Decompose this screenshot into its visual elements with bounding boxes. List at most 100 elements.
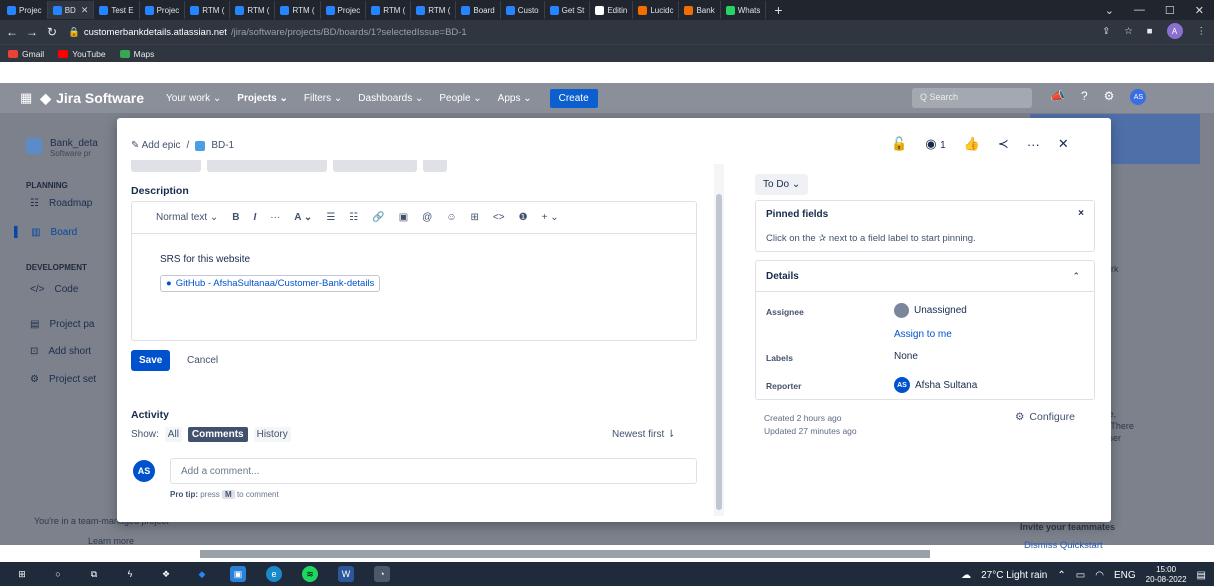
table-icon[interactable]: ⊞ — [471, 212, 479, 223]
clock[interactable]: 15:00 20-08-2022 — [1146, 565, 1187, 585]
assign-to-me-link[interactable]: Assign to me — [894, 329, 952, 340]
back-icon[interactable]: ← — [4, 25, 20, 39]
user-avatar[interactable]: AS — [1130, 89, 1147, 105]
close-icon[interactable]: ✕ — [1058, 136, 1069, 152]
scrollbar-thumb[interactable] — [716, 194, 722, 510]
top-nav-item[interactable]: Dashboards ⌄ — [358, 93, 423, 104]
browser-tab[interactable]: RTM ( — [275, 1, 321, 19]
close-window-button[interactable]: ✕ — [1195, 4, 1204, 17]
description-editor[interactable]: Normal text ⌄ B I ··· A ⌄ ☰ ☷ 🔗 ▣ @ ☺ ⊞ … — [131, 201, 697, 341]
lock-icon[interactable]: 🔓 — [891, 136, 907, 152]
browser-tab[interactable]: Test E — [94, 1, 140, 19]
new-tab-button[interactable]: + — [766, 2, 790, 18]
bullet-list-icon[interactable]: ☰ — [326, 212, 335, 223]
cancel-button[interactable]: Cancel — [187, 355, 218, 366]
dropbox-icon[interactable]: ❖ — [158, 566, 174, 582]
lightning-app-icon[interactable]: ϟ — [122, 566, 138, 582]
browser-tab[interactable]: Editin — [590, 1, 634, 19]
top-nav-item[interactable]: Your work ⌄ — [166, 93, 221, 104]
more-button[interactable] — [423, 160, 447, 172]
top-nav-item[interactable]: People ⌄ — [439, 93, 481, 104]
browser-tab[interactable]: RTM ( — [230, 1, 276, 19]
github-smart-link[interactable]: ● GitHub - AfshaSultanaa/Customer-Bank-de… — [160, 275, 381, 292]
top-nav-item[interactable]: Projects ⌄ — [237, 93, 288, 104]
watch-button[interactable]: ◉ 1 — [925, 136, 946, 152]
browser-tab[interactable]: BD ✕ — [47, 1, 95, 19]
sidebar-item-project-pages[interactable]: ▤ Project pa — [30, 319, 94, 330]
weather-text[interactable]: 27°C Light rain — [981, 570, 1047, 581]
browser-tab[interactable]: Projec — [140, 1, 186, 19]
browser-tab[interactable]: RTM ( — [185, 1, 231, 19]
link-issue-button[interactable] — [333, 160, 417, 172]
spotify-icon[interactable]: ≋ — [302, 566, 318, 582]
edge-browser-icon[interactable]: e — [266, 566, 282, 582]
notifications-icon[interactable]: 📣 — [1050, 89, 1065, 105]
browser-tab[interactable]: Board — [456, 1, 501, 19]
browser-tab[interactable]: Bank — [679, 1, 721, 19]
more-formatting-icon[interactable]: ··· — [270, 212, 280, 223]
sidebar-toggle-icon[interactable]: ■ — [1147, 26, 1153, 37]
filter-history-button[interactable]: History — [253, 427, 291, 442]
italic-icon[interactable]: I — [254, 212, 257, 223]
jira-logo[interactable]: ◆ Jira Software — [40, 90, 144, 107]
numbered-list-icon[interactable]: ☷ — [349, 212, 358, 223]
app-switcher-icon[interactable]: ▦ — [20, 90, 32, 106]
search-icon[interactable]: ○ — [50, 566, 66, 582]
photos-app-icon[interactable]: ▣ — [230, 566, 246, 582]
text-style-dropdown[interactable]: Normal text ⌄ — [156, 212, 218, 223]
text-color-icon[interactable]: A ⌄ — [294, 212, 312, 223]
word-icon[interactable]: W — [338, 566, 354, 582]
close-tab-icon[interactable]: ✕ — [81, 5, 89, 16]
browser-tab[interactable]: Custo — [501, 1, 545, 19]
sidebar-item-project-settings[interactable]: ⚙ Project set — [30, 374, 96, 385]
attach-button[interactable] — [131, 160, 201, 172]
url-field[interactable]: 🔒 customerbankdetails.atlassian.net/jira… — [68, 27, 467, 38]
assignee-field[interactable]: Unassigned — [894, 303, 967, 318]
tab-search-icon[interactable]: ⌄ — [1105, 4, 1114, 17]
add-epic-button[interactable]: ✎ Add epic — [131, 140, 181, 151]
horizontal-scrollbar[interactable] — [200, 550, 930, 558]
image-icon[interactable]: ▣ — [399, 212, 408, 223]
left-column-scrollbar[interactable] — [714, 164, 724, 516]
top-nav-item[interactable]: Apps ⌄ — [498, 93, 532, 104]
task-view-icon[interactable]: ⧉ — [86, 566, 102, 582]
sidebar-item-roadmap[interactable]: ☷ Roadmap — [30, 198, 92, 209]
labels-value[interactable]: None — [894, 351, 918, 362]
invite-teammates-item[interactable]: Invite your teammates — [1020, 522, 1115, 532]
close-pinned-icon[interactable]: × — [1078, 208, 1084, 219]
browser-tab[interactable]: Projec — [2, 1, 48, 19]
reload-icon[interactable]: ↻ — [44, 25, 60, 39]
browser-menu-icon[interactable]: ⋮ — [1197, 26, 1207, 37]
code-snippet-icon[interactable]: <> — [493, 212, 505, 223]
create-button[interactable]: Create — [549, 88, 598, 108]
save-button[interactable]: Save — [131, 350, 171, 371]
maximize-button[interactable]: ☐ — [1165, 4, 1175, 17]
help-icon[interactable]: ? — [1081, 89, 1088, 105]
wifi-icon[interactable]: ◠ — [1095, 570, 1104, 581]
browser-tab[interactable]: Projec — [321, 1, 367, 19]
sort-newest-first-button[interactable]: Newest first ⇂ — [612, 429, 675, 440]
browser-tab[interactable]: Lucidc — [633, 1, 680, 19]
more-actions-icon[interactable]: ··· — [1027, 137, 1040, 152]
jira-app-icon[interactable]: ◆ — [194, 566, 210, 582]
reporter-field[interactable]: AS Afsha Sultana — [894, 377, 977, 393]
editor-content[interactable]: SRS for this website ● GitHub - AfshaSult… — [132, 234, 696, 292]
add-child-issue-button[interactable] — [207, 160, 327, 172]
browser-tab[interactable]: RTM ( — [411, 1, 457, 19]
tray-overflow-icon[interactable]: ⌃ — [1057, 570, 1065, 581]
configure-button[interactable]: ⚙ Configure — [1015, 411, 1075, 423]
language-indicator[interactable]: ENG — [1114, 570, 1136, 581]
browser-tab[interactable]: RTM ( — [366, 1, 412, 19]
insert-icon[interactable]: + ⌄ — [542, 212, 559, 223]
bold-icon[interactable]: B — [232, 212, 239, 223]
forward-icon[interactable]: → — [24, 25, 40, 39]
browser-tab[interactable]: Get St — [545, 1, 591, 19]
share-icon[interactable]: ≺ — [998, 136, 1009, 152]
chevron-up-icon[interactable]: ⌃ — [1072, 271, 1080, 282]
search-input[interactable]: Q Search — [912, 88, 1032, 108]
filter-comments-button[interactable]: Comments — [187, 427, 248, 442]
minimize-button[interactable]: — — [1134, 4, 1145, 16]
thumbs-up-icon[interactable]: 👍 — [964, 136, 980, 152]
network-icon[interactable]: ▭ — [1076, 570, 1085, 581]
mention-icon[interactable]: @ — [422, 212, 432, 223]
